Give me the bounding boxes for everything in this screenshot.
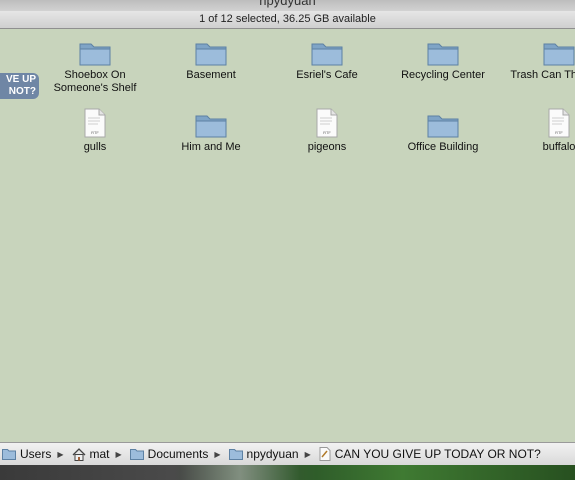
path-separator-icon: ▶ [57,449,64,459]
path-item-users[interactable]: Users [2,447,51,461]
window-titlebar[interactable]: npydyuan [0,0,575,11]
path-item-label: Users [20,447,52,461]
folder-icon [195,43,227,66]
folder-item[interactable]: Trash Can The Corr [501,40,575,82]
path-separator-icon: ▶ [304,449,311,459]
path-item-current-file[interactable]: CAN YOU GIVE UP TODAY OR NOT? [319,447,541,461]
folder-icon [2,449,16,460]
document-item[interactable]: RTF gulls [37,108,153,154]
folder-icon [129,449,144,460]
path-item-npydyuan[interactable]: npydyuan [228,447,299,461]
path-item-label: npydyuan [246,447,299,461]
finder-icon-view[interactable]: VE UP NOT? Shoebox On Someone's Shelf Ba… [0,29,575,442]
selected-item-label[interactable]: VE UP NOT? [0,73,39,99]
svg-text:RTF: RTF [555,130,563,135]
item-label: Basement [186,69,236,81]
item-label: Trash Can The Corr [510,69,575,81]
item-label: Him and Me [181,141,241,153]
home-icon [72,447,85,461]
folder-icon [79,43,111,66]
document-item[interactable]: RTF buffalo [501,108,575,154]
item-label: Office Building [407,141,479,153]
folder-item[interactable]: Esriel's Cafe [269,40,385,82]
svg-text:RTF: RTF [91,130,99,135]
folder-icon [195,115,227,138]
path-item-mat[interactable]: mat [72,447,110,461]
svg-text:RTF: RTF [323,130,331,135]
status-bar: 1 of 12 selected, 36.25 GB available [0,11,575,29]
folder-item[interactable]: Office Building [385,112,501,154]
rtf-document-icon: RTF [84,108,106,138]
item-label: gulls [83,141,107,153]
path-item-documents[interactable]: Documents [129,447,209,461]
path-separator-icon: ▶ [115,449,122,459]
status-text: 1 of 12 selected, 36.25 GB available [199,13,376,25]
desktop-background [0,465,575,480]
document-icon [319,447,331,461]
folder-icon [228,449,243,460]
item-label: Esriel's Cafe [296,69,358,81]
folder-icon [543,43,575,66]
path-separator-icon: ▶ [214,449,221,459]
rtf-document-icon: RTF [316,108,338,138]
folder-item[interactable]: Shoebox On Someone's Shelf [37,40,153,95]
folder-icon [311,43,343,66]
path-item-label: Documents [147,447,209,461]
path-bar: Users ▶ mat ▶ Documents ▶ npydyuan ▶ CAN… [0,442,575,465]
folder-item[interactable]: Recycling Center [385,40,501,82]
item-label: pigeons [307,141,347,153]
path-item-label: CAN YOU GIVE UP TODAY OR NOT? [334,447,541,461]
folder-item[interactable]: Basement [153,40,269,82]
document-item[interactable]: RTF pigeons [269,108,385,154]
folder-icon [427,43,459,66]
folder-item[interactable]: Him and Me [153,112,269,154]
folder-icon [427,115,459,138]
rtf-document-icon: RTF [548,108,570,138]
item-label: buffalo [542,141,575,153]
path-item-label: mat [89,447,110,461]
item-label: Shoebox On Someone's Shelf [53,69,137,94]
item-label: Recycling Center [401,69,485,81]
window-title: npydyuan [259,0,316,8]
